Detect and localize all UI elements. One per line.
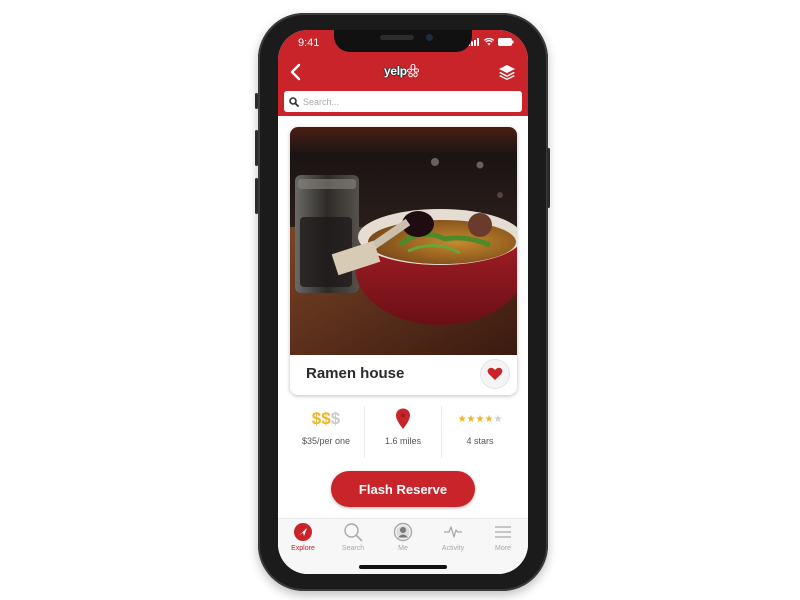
flash-reserve-button[interactable]: Flash Reserve [331, 471, 475, 507]
menu-icon [493, 522, 513, 542]
tab-label: Activity [441, 545, 465, 552]
activity-icon [443, 522, 463, 542]
battery-icon [498, 38, 514, 46]
tab-more[interactable]: More [478, 522, 528, 574]
tab-label: Explore [291, 545, 315, 552]
ramen-image [290, 127, 517, 355]
device-mockup: 9:41 yelp Search... Ramen house $ $ $ $3… [0, 0, 800, 600]
notch [334, 30, 472, 52]
star-empty-icon: ★ [493, 413, 503, 425]
listing-card[interactable]: Ramen house [290, 127, 517, 395]
heart-icon [487, 367, 503, 380]
price-stat: $ $ $ $35/per one [288, 406, 365, 458]
search-placeholder: Search... [303, 96, 340, 107]
yelp-burst-icon [406, 64, 419, 78]
search-icon [343, 522, 363, 542]
distance-visual [395, 406, 411, 432]
home-indicator [359, 565, 447, 569]
star-rating: ★ ★ ★ ★ ★ [458, 406, 503, 432]
listing-photo [290, 127, 517, 355]
volume-up-button [255, 130, 258, 166]
yelp-logo: yelp [384, 62, 424, 80]
price-label: $35/per one [301, 436, 351, 446]
speaker [380, 35, 414, 40]
status-icons [468, 38, 514, 46]
back-arrow-icon[interactable] [289, 63, 303, 81]
star-filled-icon: ★ [457, 413, 467, 425]
map-pin-icon [396, 408, 410, 429]
app-screen: 9:41 yelp Search... Ramen house $ $ $ $3… [278, 30, 528, 574]
mute-switch [255, 93, 258, 109]
rating-label: 4 stars [466, 436, 494, 446]
favorite-button[interactable] [480, 359, 510, 389]
distance-label: 1.6 miles [384, 436, 421, 446]
distance-stat: 1.6 miles [365, 406, 442, 458]
star-filled-icon: ★ [466, 413, 476, 425]
search-icon [289, 96, 299, 107]
front-camera [426, 34, 433, 41]
rating-stat: ★ ★ ★ ★ ★ 4 stars [442, 406, 518, 458]
search-input[interactable]: Search... [284, 91, 522, 112]
dollar-filled-icon: $ [311, 409, 322, 428]
listing-name: Ramen house [306, 365, 405, 382]
status-time: 9:41 [298, 37, 320, 49]
price-level: $ $ $ [312, 406, 340, 432]
wifi-icon [484, 38, 494, 46]
dollar-filled-icon: $ [321, 409, 331, 428]
power-button [547, 148, 550, 208]
listing-stats: $ $ $ $35/per one 1.6 miles ★ ★ ★ ★ ★ 4 stars [288, 406, 518, 458]
header-bar: 9:41 yelp Search... [278, 30, 528, 116]
tab-label: Search [341, 545, 365, 552]
dollar-empty-icon: $ [330, 409, 341, 428]
star-filled-icon: ★ [484, 413, 494, 425]
compass-icon [293, 522, 313, 542]
layers-icon[interactable] [498, 64, 516, 80]
profile-icon [393, 522, 413, 542]
tab-label: More [495, 545, 511, 552]
tab-label: Me [398, 545, 408, 552]
tab-explore[interactable]: Explore [278, 522, 328, 574]
star-filled-icon: ★ [475, 413, 485, 425]
volume-down-button [255, 178, 258, 214]
